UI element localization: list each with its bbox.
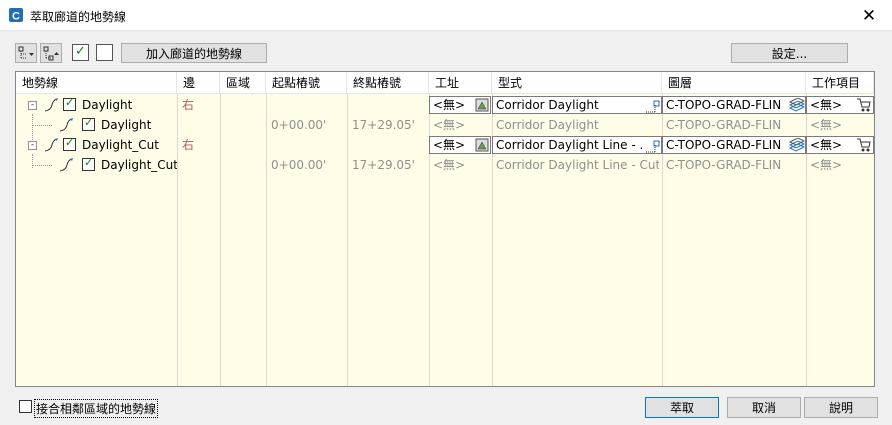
featureline-name: Daylight (101, 118, 152, 132)
layer-value: C-TOPO-GRAD-FLIN (666, 118, 782, 132)
start-station-cell: 0+00.00' (271, 118, 327, 132)
close-icon: ✕ (861, 5, 877, 26)
end-station-cell: 17+29.05' (352, 158, 415, 172)
layer-stack-icon[interactable] (789, 98, 805, 114)
add-corridor-featurelines-button[interactable]: 加入廊道的地勢線 (121, 43, 267, 63)
side-cell: 右 (182, 138, 195, 152)
style-picker-icon[interactable] (645, 98, 661, 114)
extract-button[interactable]: 萃取 (645, 397, 719, 418)
column-header-featureline[interactable]: 地勢線 (16, 72, 177, 94)
column-header-site[interactable]: 工址 (429, 72, 492, 94)
pay-item-value: <無> (810, 118, 843, 132)
title-bar: C 萃取廊道的地勢線 ✕ (0, 0, 892, 31)
table-row[interactable]: - Daylight_Cut 右 <無> Corridor Daylight L… (16, 135, 874, 155)
style-picker-icon[interactable] (645, 138, 661, 154)
row-checkbox[interactable] (63, 96, 76, 111)
featureline-icon (44, 138, 58, 152)
featureline-name: Daylight_Cut (101, 158, 177, 172)
style-value: Corridor Daylight (496, 118, 599, 132)
uncheck-all-checkbox[interactable] (96, 44, 113, 61)
row-checkbox[interactable] (82, 116, 95, 131)
civil3d-app-icon: C (9, 8, 23, 23)
collapse-node-button[interactable]: - (28, 141, 37, 150)
start-station-cell (272, 95, 342, 115)
layer-stack-icon[interactable] (789, 138, 805, 154)
column-header-region[interactable]: 區域 (220, 72, 266, 94)
style-selector[interactable]: Corridor Daylight Line - ... (492, 136, 662, 154)
featureline-name: Daylight (82, 98, 133, 112)
pay-item-value: <無> (810, 138, 843, 152)
column-header-start-station[interactable]: 起點樁號 (266, 72, 347, 94)
site-value: <無> (433, 158, 466, 172)
pay-item-selector[interactable]: <無> (806, 96, 874, 114)
column-header-layer[interactable]: 圖層 (662, 72, 806, 94)
collapse-tree-button[interactable] (40, 43, 62, 63)
column-header-style[interactable]: 型式 (492, 72, 662, 94)
side-cell (182, 115, 212, 135)
table-row[interactable]: Daylight_Cut 0+00.00' 17+29.05' <無> Corr… (16, 155, 874, 175)
side-cell (182, 155, 212, 175)
layer-value: C-TOPO-GRAD-FLIN (666, 158, 782, 172)
side-cell: 右 (182, 98, 195, 112)
window-title: 萃取廊道的地勢線 (30, 10, 127, 24)
layer-value: C-TOPO-GRAD-FLIN (666, 138, 782, 152)
style-selector[interactable]: Corridor Daylight (492, 96, 662, 114)
featureline-grid: 地勢線 邊 區域 起點樁號 終點樁號 工址 型式 圖層 工作項目 - Dayli… (15, 71, 875, 387)
layer-selector[interactable]: C-TOPO-GRAD-FLIN (662, 96, 806, 114)
end-station-cell: 17+29.05' (352, 118, 415, 132)
close-button[interactable]: ✕ (846, 0, 892, 31)
end-station-cell (352, 95, 422, 115)
pay-item-value: <無> (810, 98, 843, 112)
site-value: <無> (433, 98, 466, 112)
layer-value: C-TOPO-GRAD-FLIN (666, 98, 782, 112)
layer-selector[interactable]: C-TOPO-GRAD-FLIN (662, 136, 806, 154)
grid-header: 地勢線 邊 區域 起點樁號 終點樁號 工址 型式 圖層 工作項目 (16, 72, 874, 94)
pay-item-selector[interactable]: <無> (806, 136, 874, 154)
start-station-cell (272, 135, 342, 155)
start-station-cell: 0+00.00' (271, 158, 327, 172)
style-value: Corridor Daylight (496, 98, 599, 112)
featureline-name: Daylight_Cut (82, 138, 159, 152)
help-button[interactable]: 說明 (804, 397, 878, 418)
collapse-node-button[interactable]: - (28, 101, 37, 110)
site-picker-icon[interactable] (474, 137, 490, 153)
collapse-tree-icon (43, 46, 59, 61)
svg-text:C: C (12, 11, 20, 23)
table-row[interactable]: - Daylight 右 <無> Corridor Daylight C-TOP… (16, 95, 874, 115)
style-value: Corridor Daylight Line - ... (496, 138, 642, 152)
merge-adjacent-regions-checkbox[interactable] (19, 400, 32, 413)
site-selector[interactable]: <無> (429, 96, 491, 114)
settings-button[interactable]: 設定... (731, 43, 848, 63)
cart-icon[interactable] (856, 137, 872, 153)
cart-icon[interactable] (856, 97, 872, 113)
toolbar: 加入廊道的地勢線 設定... (15, 43, 875, 63)
merge-adjacent-regions-label[interactable]: 接合相鄰區域的地勢線 (34, 399, 159, 418)
column-header-pay-item[interactable]: 工作項目 (806, 72, 874, 94)
featureline-icon (59, 158, 73, 172)
table-row[interactable]: Daylight 0+00.00' 17+29.05' <無> Corridor… (16, 115, 874, 135)
featureline-icon (59, 118, 73, 132)
row-checkbox[interactable] (63, 136, 76, 151)
pay-item-value: <無> (810, 158, 843, 172)
style-value: Corridor Daylight Line - Cut (496, 158, 659, 172)
site-picker-icon[interactable] (474, 97, 490, 113)
cancel-button[interactable]: 取消 (727, 397, 801, 418)
featureline-icon (44, 98, 58, 112)
column-header-side[interactable]: 邊 (177, 72, 220, 94)
row-checkbox[interactable] (82, 156, 95, 171)
site-value: <無> (433, 138, 466, 152)
end-station-cell (352, 135, 422, 155)
site-value: <無> (433, 118, 466, 132)
site-selector[interactable]: <無> (429, 136, 491, 154)
check-all-checkbox[interactable] (72, 44, 89, 61)
column-header-end-station[interactable]: 終點樁號 (347, 72, 429, 94)
expand-tree-button[interactable] (15, 43, 37, 63)
expand-tree-icon (18, 46, 34, 59)
